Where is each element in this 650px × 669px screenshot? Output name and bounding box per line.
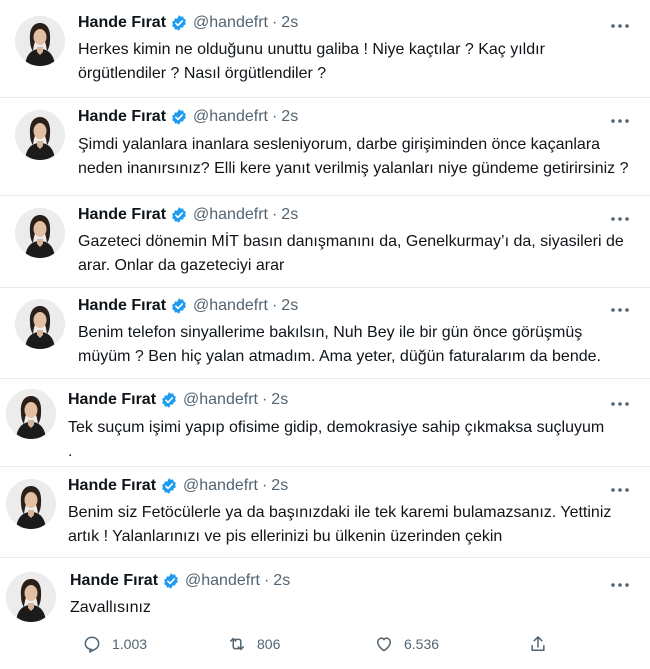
more-options-icon[interactable] [610, 16, 630, 36]
avatar[interactable] [6, 389, 56, 439]
author-name[interactable]: Hande Fırat [78, 297, 166, 315]
author-handle[interactable]: @handefrt [183, 391, 258, 409]
tweet-header: Hande Fırat @handefrt · 2s [78, 108, 298, 126]
separator-dot: · [271, 297, 278, 314]
verified-badge-icon [170, 206, 188, 224]
avatar[interactable] [15, 299, 65, 349]
author-name[interactable]: Hande Fırat [78, 108, 166, 126]
tweet-header: Hande Fırat @handefrt · 2s [68, 477, 288, 495]
tweet[interactable]: Hande Fırat @handefrt · 2s Benim siz Fet… [0, 467, 650, 558]
retweet-count: 806 [257, 636, 281, 652]
author-name[interactable]: Hande Fırat [70, 572, 158, 590]
more-options-icon[interactable] [610, 394, 630, 414]
tweet-actions: 1.003 806 6.536 [82, 628, 602, 660]
separator-dot: · [271, 14, 278, 31]
tweet-text: Tek suçum işimi yapıp ofisime gidip, dem… [68, 419, 605, 460]
avatar[interactable] [15, 16, 65, 66]
avatar[interactable] [15, 208, 65, 258]
tweet-text: Zavallısınız [70, 599, 151, 616]
tweet-time[interactable]: 2s [281, 206, 298, 224]
retweet-icon [230, 637, 244, 651]
author-handle[interactable]: @handefrt [185, 572, 260, 590]
verified-badge-icon [160, 477, 178, 495]
tweet-text: Herkes kimin ne olduğunu unuttu galiba !… [78, 41, 545, 82]
tweet-time[interactable]: 2s [273, 572, 290, 590]
more-options-icon[interactable] [610, 111, 630, 131]
more-options-icon[interactable] [610, 575, 630, 595]
tweet[interactable]: Hande Fırat @handefrt · 2s Tek suçum işi… [0, 379, 650, 467]
reply-count: 1.003 [112, 636, 148, 652]
tweet-text: Benim siz Fetöcülerle ya da başınızdaki … [68, 504, 612, 545]
like-button[interactable]: 6.536 [374, 634, 439, 654]
more-options-icon[interactable] [610, 209, 630, 229]
like-count: 6.536 [404, 636, 440, 652]
author-handle[interactable]: @handefrt [183, 477, 258, 495]
author-name[interactable]: Hande Fırat [78, 206, 166, 224]
reply-icon [84, 636, 100, 653]
separator-dot: · [263, 572, 270, 589]
tweet-header: Hande Fırat @handefrt · 2s [78, 206, 298, 224]
heart-icon [377, 637, 391, 652]
tweet-header: Hande Fırat @handefrt · 2s [68, 391, 288, 409]
more-options-icon[interactable] [610, 300, 630, 320]
tweet-time[interactable]: 2s [281, 297, 298, 315]
tweet-text: Şimdi yalanlara inanlara sesleniyorum, d… [78, 136, 629, 177]
author-handle[interactable]: @handefrt [193, 206, 268, 224]
tweet[interactable]: Hande Fırat @handefrt · 2s Herkes kimin … [0, 0, 650, 98]
verified-badge-icon [170, 108, 188, 126]
tweet-header: Hande Fırat @handefrt · 2s [70, 572, 290, 590]
verified-badge-icon [170, 297, 188, 315]
separator-dot: · [271, 206, 278, 223]
verified-badge-icon [160, 391, 178, 409]
separator-dot: · [261, 391, 268, 408]
tweet-time[interactable]: 2s [271, 391, 288, 409]
tweet-time[interactable]: 2s [281, 108, 298, 126]
tweet[interactable]: Hande Fırat @handefrt · 2s Şimdi yalanla… [0, 98, 650, 196]
author-name[interactable]: Hande Fırat [68, 477, 156, 495]
more-options-icon[interactable] [610, 480, 630, 500]
author-handle[interactable]: @handefrt [193, 14, 268, 32]
tweet[interactable]: Hande Fırat @handefrt · 2s Benim telefon… [0, 288, 650, 379]
avatar[interactable] [6, 479, 56, 529]
tweet-time[interactable]: 2s [281, 14, 298, 32]
tweet[interactable]: Hande Fırat @handefrt · 2s Gazeteci döne… [0, 196, 650, 288]
tweet-text: Benim telefon sinyallerime bakılsın, Nuh… [78, 324, 601, 365]
separator-dot: · [261, 477, 268, 494]
tweet-time[interactable]: 2s [271, 477, 288, 495]
author-name[interactable]: Hande Fırat [78, 14, 166, 32]
verified-badge-icon [162, 572, 180, 590]
tweet-header: Hande Fırat @handefrt · 2s [78, 14, 298, 32]
author-handle[interactable]: @handefrt [193, 108, 268, 126]
avatar[interactable] [15, 110, 65, 160]
share-icon [531, 636, 545, 651]
separator-dot: · [271, 108, 278, 125]
reply-button[interactable]: 1.003 [82, 634, 147, 654]
author-handle[interactable]: @handefrt [193, 297, 268, 315]
avatar[interactable] [6, 572, 56, 622]
author-name[interactable]: Hande Fırat [68, 391, 156, 409]
share-button[interactable] [528, 634, 558, 654]
verified-badge-icon [170, 14, 188, 32]
retweet-button[interactable]: 806 [227, 634, 280, 654]
tweet-text: Gazeteci dönemin MİT basın danışmanını d… [78, 233, 624, 274]
tweet-header: Hande Fırat @handefrt · 2s [78, 297, 298, 315]
